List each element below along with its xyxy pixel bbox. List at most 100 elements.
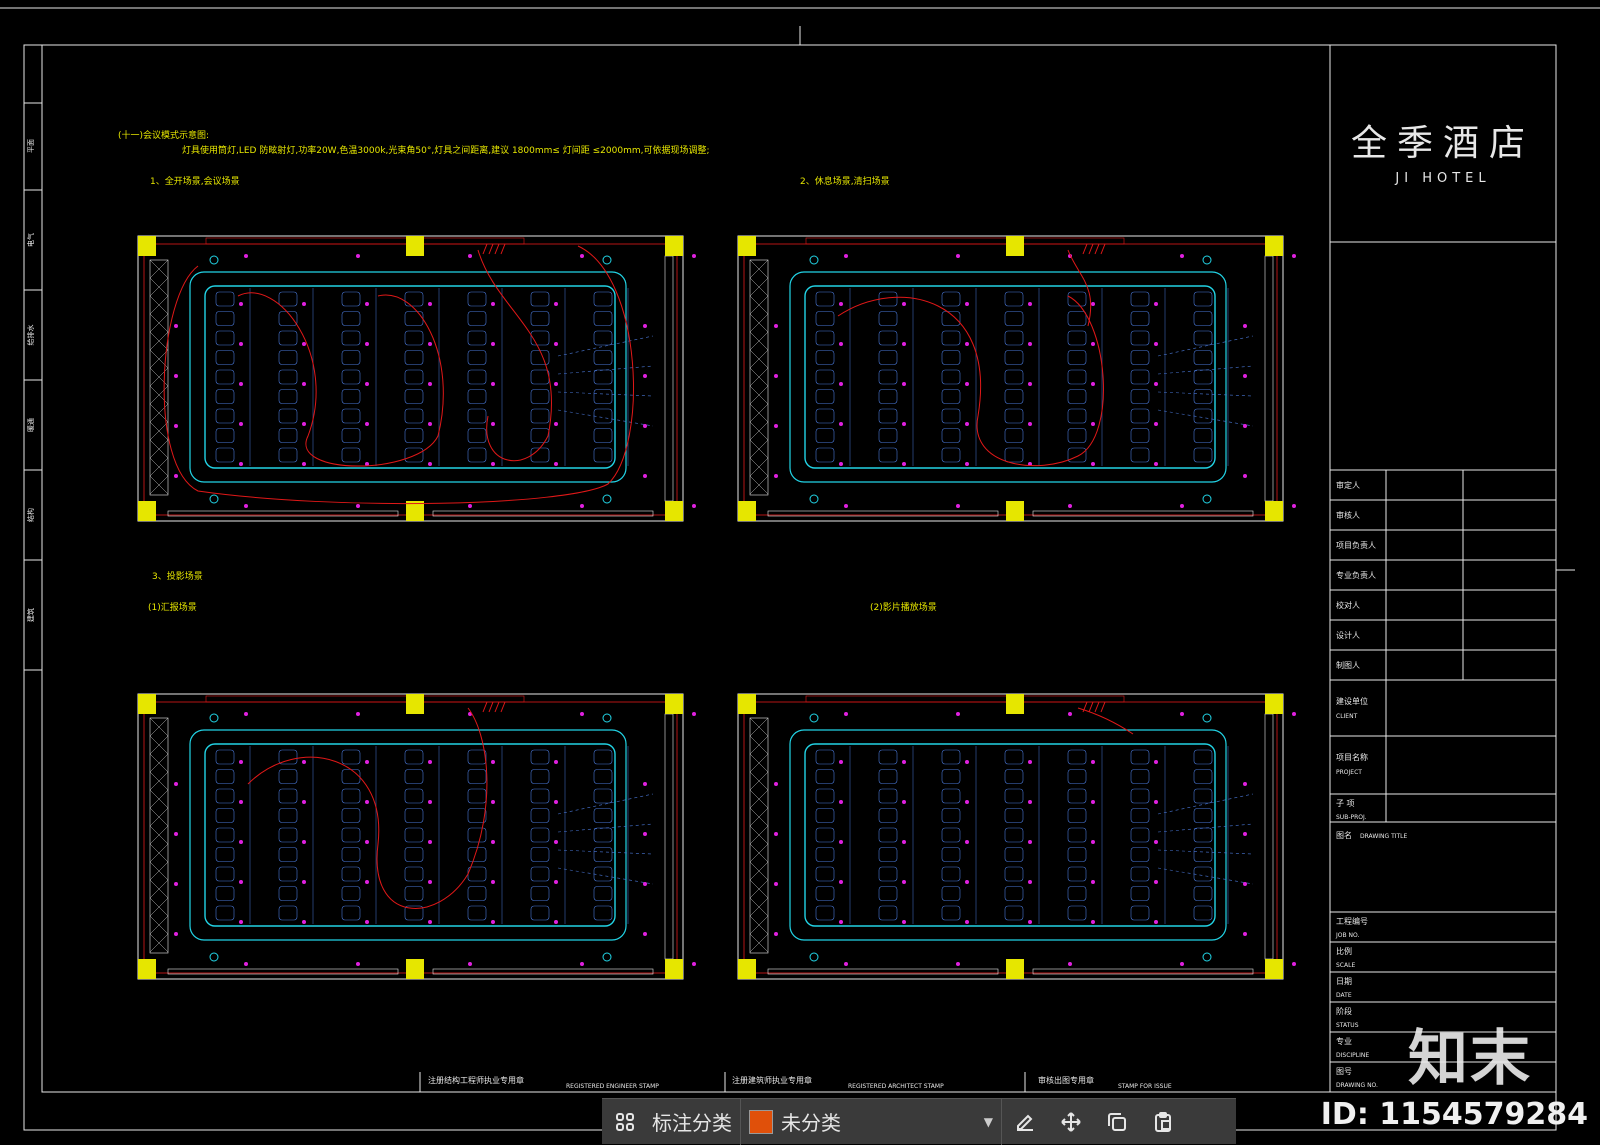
edit-icon	[1017, 1114, 1033, 1131]
plan-conference-scene[interactable]	[137, 235, 696, 522]
seat	[1130, 330, 1150, 346]
downlight	[643, 932, 647, 936]
corner-light	[1202, 952, 1212, 962]
downlight	[1091, 880, 1095, 884]
plan-movie-scene[interactable]	[737, 693, 1296, 980]
seat	[1193, 369, 1213, 385]
stamp3-en: STAMP FOR ISSUE	[1118, 1083, 1172, 1090]
seat	[815, 769, 835, 784]
move-button[interactable]	[1048, 1099, 1094, 1145]
left-strip-label: 给排水	[26, 325, 35, 346]
downlight	[774, 374, 778, 378]
structural-column	[1265, 694, 1283, 714]
lattice-mark	[749, 735, 769, 755]
structural-column	[1265, 501, 1283, 521]
downlight	[468, 504, 472, 508]
structural-column	[138, 694, 156, 714]
downlight	[965, 342, 969, 346]
seat	[878, 827, 898, 843]
stamp2-cn: 注册建筑师执业专用章	[732, 1075, 812, 1085]
seat	[1004, 886, 1024, 901]
seat	[278, 886, 298, 901]
downlight	[302, 422, 306, 426]
switch-mark	[494, 701, 500, 713]
category-dropdown[interactable]: 未分类 ▼	[741, 1099, 1001, 1145]
job-cn: 工程编号	[1336, 916, 1368, 926]
title-block-rows: 审定人审核人项目负责人专业负责人校对人设计人制图人	[1336, 480, 1376, 670]
downlight	[554, 920, 558, 924]
lattice-mark	[749, 753, 769, 773]
downlight	[839, 760, 843, 764]
seat	[467, 808, 487, 823]
downlight	[365, 422, 369, 426]
seat	[815, 291, 835, 307]
plan-report-scene[interactable]	[137, 693, 696, 980]
seat	[1130, 408, 1150, 424]
plan-rest-scene[interactable]	[737, 235, 1296, 522]
scene3a-label: (1)汇报场景	[148, 601, 197, 613]
downlight	[643, 424, 647, 428]
downlight	[1292, 712, 1296, 716]
downlight	[956, 712, 960, 716]
seat	[278, 788, 298, 804]
seat	[941, 788, 961, 804]
scene1-label: 1、全开场景,会议场景	[150, 175, 240, 187]
seat	[815, 428, 835, 443]
copy-button[interactable]	[1094, 1099, 1140, 1145]
corner-light	[1202, 255, 1212, 265]
structural-column	[665, 236, 683, 256]
switch-mark	[482, 701, 488, 713]
seat	[878, 389, 898, 404]
seat	[215, 788, 235, 804]
seat	[1004, 389, 1024, 404]
seat	[404, 788, 424, 804]
scale-en: SCALE	[1336, 962, 1355, 969]
side-cabinet	[749, 259, 769, 496]
seat	[215, 389, 235, 404]
seat	[404, 866, 424, 882]
project-en: PROJECT	[1336, 769, 1362, 776]
paste-button[interactable]	[1140, 1099, 1186, 1145]
seat	[1004, 788, 1024, 804]
downlight	[491, 880, 495, 884]
downlight	[428, 840, 432, 844]
downlight	[1091, 920, 1095, 924]
downlight	[554, 382, 558, 386]
seat	[530, 866, 550, 882]
edit-button[interactable]	[1002, 1099, 1048, 1145]
seat	[1067, 749, 1087, 765]
seat	[1004, 847, 1024, 862]
downlight	[844, 254, 848, 258]
seat	[941, 428, 961, 443]
cad-drawing-canvas[interactable]: 平面电气给排水暖通结构建筑 (十一)会议模式示意图: 灯具使用筒灯,LED 防眩…	[0, 0, 1600, 1144]
seat	[341, 350, 361, 365]
downlight	[844, 962, 848, 966]
downlight	[302, 462, 306, 466]
grid-menu-button[interactable]	[602, 1099, 648, 1145]
downlight	[965, 840, 969, 844]
title-block-row-label: 专业负责人	[1336, 570, 1376, 580]
downlight	[428, 880, 432, 884]
seat	[593, 905, 613, 921]
seat	[878, 886, 898, 901]
seat	[815, 330, 835, 346]
wall-outline	[137, 235, 684, 522]
lattice-mark	[149, 385, 169, 405]
downlight	[244, 962, 248, 966]
downlight	[491, 382, 495, 386]
seat	[815, 408, 835, 424]
downlight	[365, 760, 369, 764]
scene2-label: 2、休息场景,清扫场景	[800, 175, 890, 187]
downlight	[554, 462, 558, 466]
structural-column	[1265, 236, 1283, 256]
downlight	[1243, 474, 1247, 478]
downlight	[428, 920, 432, 924]
corner-light	[1202, 713, 1212, 723]
seat	[530, 769, 550, 784]
seat	[530, 330, 550, 346]
downlight	[491, 342, 495, 346]
seat	[404, 808, 424, 823]
downlight	[365, 920, 369, 924]
seat	[878, 808, 898, 823]
downlight	[554, 840, 558, 844]
